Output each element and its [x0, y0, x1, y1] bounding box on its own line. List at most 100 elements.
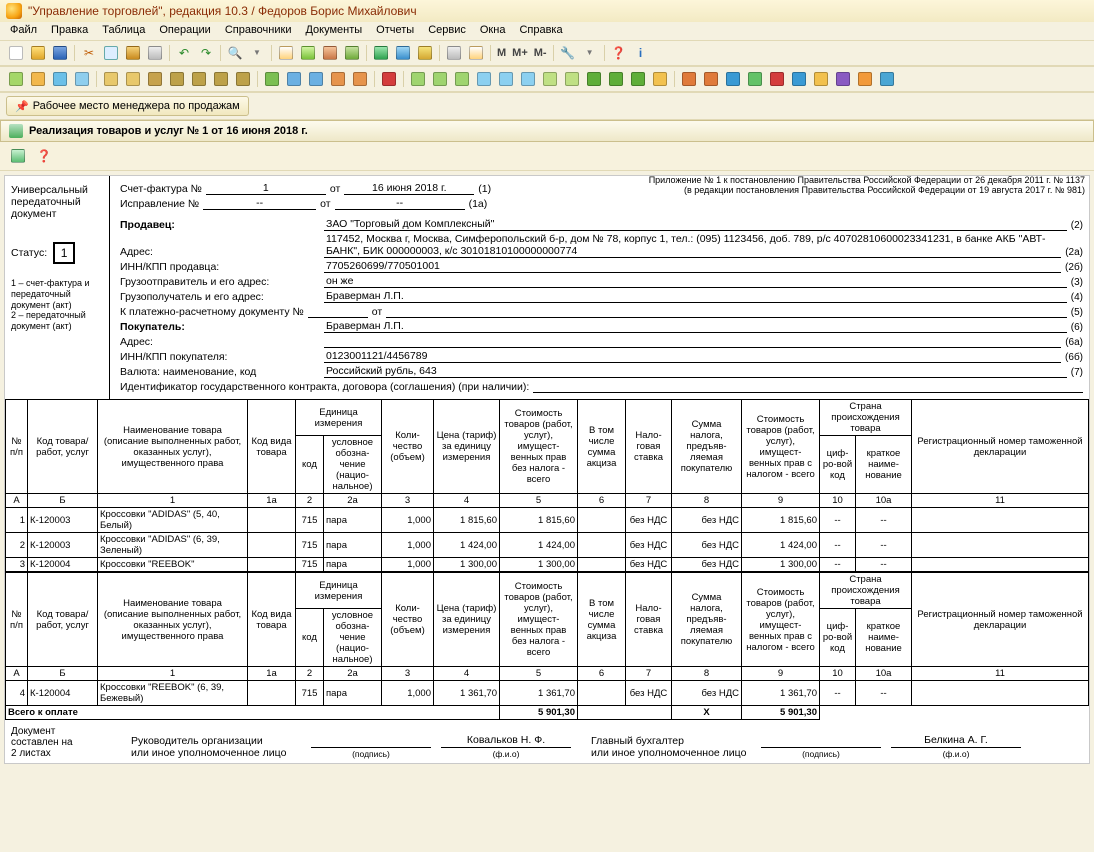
tb2-icon[interactable]	[833, 69, 853, 89]
tb2-icon[interactable]	[262, 69, 282, 89]
tb2-icon[interactable]	[606, 69, 626, 89]
ledger-icon[interactable]	[342, 43, 362, 63]
menu-refs[interactable]: Справочники	[225, 24, 292, 36]
tb2-icon[interactable]	[328, 69, 348, 89]
tb2-icon[interactable]	[701, 69, 721, 89]
tb2-icon[interactable]	[855, 69, 875, 89]
calendar-icon[interactable]	[276, 43, 296, 63]
new-icon[interactable]	[6, 43, 26, 63]
mplus-button[interactable]: M+	[510, 47, 530, 59]
signatures: Документ составлен на 2 листах Руководит…	[5, 720, 1089, 763]
separator	[366, 45, 367, 61]
tb2-icon[interactable]	[650, 69, 670, 89]
tb2-icon[interactable]	[811, 69, 831, 89]
tb2-icon[interactable]	[123, 69, 143, 89]
find-icon[interactable]: 🔍	[225, 43, 245, 63]
menu-file[interactable]: Файл	[10, 24, 37, 36]
menu-ops[interactable]: Операции	[159, 24, 210, 36]
tb2-icon[interactable]	[540, 69, 560, 89]
save-icon[interactable]	[50, 43, 70, 63]
doc2-icon[interactable]	[393, 43, 413, 63]
buyer-label: Покупатель:	[120, 321, 320, 333]
tb2-icon[interactable]	[723, 69, 743, 89]
tb2-icon[interactable]	[189, 69, 209, 89]
paste-icon[interactable]	[123, 43, 143, 63]
tb2-icon[interactable]	[496, 69, 516, 89]
tb2-icon[interactable]	[28, 69, 48, 89]
tb2-icon[interactable]	[518, 69, 538, 89]
menu-edit[interactable]: Правка	[51, 24, 88, 36]
baddr-label: Адрес:	[120, 336, 320, 348]
journal-icon[interactable]	[320, 43, 340, 63]
status-label: Статус:	[11, 247, 47, 259]
print-preview-icon[interactable]	[8, 146, 28, 166]
undo-icon[interactable]: ↶	[174, 43, 194, 63]
tb2-icon[interactable]	[628, 69, 648, 89]
tb2-icon[interactable]	[767, 69, 787, 89]
open-icon[interactable]	[28, 43, 48, 63]
inn-seller-value: 7705260699/770501001	[324, 260, 1061, 273]
menu-reports[interactable]: Отчеты	[376, 24, 414, 36]
accounts-icon[interactable]	[298, 43, 318, 63]
tb2-icon[interactable]	[167, 69, 187, 89]
tb2-icon[interactable]	[584, 69, 604, 89]
copy-icon[interactable]	[101, 43, 121, 63]
tb2-icon[interactable]	[72, 69, 92, 89]
date-icon[interactable]	[466, 43, 486, 63]
redo-icon[interactable]: ↷	[196, 43, 216, 63]
workspace-tab-label: Рабочее место менеджера по продажам	[33, 100, 240, 112]
tb2-icon[interactable]	[211, 69, 231, 89]
tb2-icon[interactable]	[562, 69, 582, 89]
about-icon[interactable]: i	[631, 43, 651, 63]
doc-mini-toolbar: ❓	[0, 142, 1094, 171]
accountant-sign	[761, 734, 881, 748]
separator	[604, 45, 605, 61]
buyer-value: Браверман Л.П.	[324, 320, 1067, 333]
tb2-icon[interactable]	[306, 69, 326, 89]
tb2-icon[interactable]	[379, 69, 399, 89]
tb2-icon[interactable]	[101, 69, 121, 89]
addr-value: 117452, Москва г, Москва, Симферопольски…	[324, 233, 1061, 258]
inn-seller-label: ИНН/КПП продавца:	[120, 261, 320, 273]
tb2-icon[interactable]	[408, 69, 428, 89]
cut-icon[interactable]: ✂	[79, 43, 99, 63]
tb2-icon[interactable]	[50, 69, 70, 89]
doc3-icon[interactable]	[415, 43, 435, 63]
dropdown-icon[interactable]: ▼	[247, 43, 267, 63]
menu-table[interactable]: Таблица	[102, 24, 145, 36]
tb2-icon[interactable]	[145, 69, 165, 89]
mminus-button[interactable]: M-	[532, 47, 549, 59]
m-indicator[interactable]: M	[495, 47, 508, 59]
tb2-icon[interactable]	[745, 69, 765, 89]
toolbar-secondary	[0, 66, 1094, 92]
tb2-icon[interactable]	[233, 69, 253, 89]
tb2-icon[interactable]	[350, 69, 370, 89]
tools-icon[interactable]: 🔧	[558, 43, 578, 63]
print-icon[interactable]	[145, 43, 165, 63]
tb2-icon[interactable]	[877, 69, 897, 89]
doc1-icon[interactable]	[371, 43, 391, 63]
tb2-icon[interactable]	[474, 69, 494, 89]
tb2-icon[interactable]	[789, 69, 809, 89]
help-icon[interactable]: ❓	[34, 146, 54, 166]
workspace-tab[interactable]: 📌 Рабочее место менеджера по продажам	[6, 96, 249, 116]
tb2-icon[interactable]	[452, 69, 472, 89]
tb2-icon[interactable]	[6, 69, 26, 89]
consignee-label: Грузополучатель и его адрес:	[120, 291, 320, 303]
calc-icon[interactable]	[444, 43, 464, 63]
menu-service[interactable]: Сервис	[428, 24, 466, 36]
pages-info: Документ составлен на 2 листах	[11, 726, 111, 759]
items-table-1: № п/п Код товара/ работ, услуг Наименова…	[5, 399, 1089, 572]
currency-label: Валюта: наименование, код	[120, 366, 320, 378]
shipper-value: он же	[324, 275, 1067, 288]
tb2-icon[interactable]	[284, 69, 304, 89]
tb2-icon[interactable]	[430, 69, 450, 89]
tb2-icon[interactable]	[679, 69, 699, 89]
menu-docs[interactable]: Документы	[305, 24, 362, 36]
menu-windows[interactable]: Окна	[480, 24, 506, 36]
document-tab[interactable]: Реализация товаров и услуг № 1 от 16 июн…	[0, 120, 1094, 142]
table-row: 2К-120003Кроссовки "ADIDAS" (6, 39, Зеле…	[6, 533, 1089, 558]
help-icon[interactable]: ❓	[609, 43, 629, 63]
menu-help[interactable]: Справка	[519, 24, 562, 36]
dropdown-icon[interactable]: ▼	[580, 43, 600, 63]
